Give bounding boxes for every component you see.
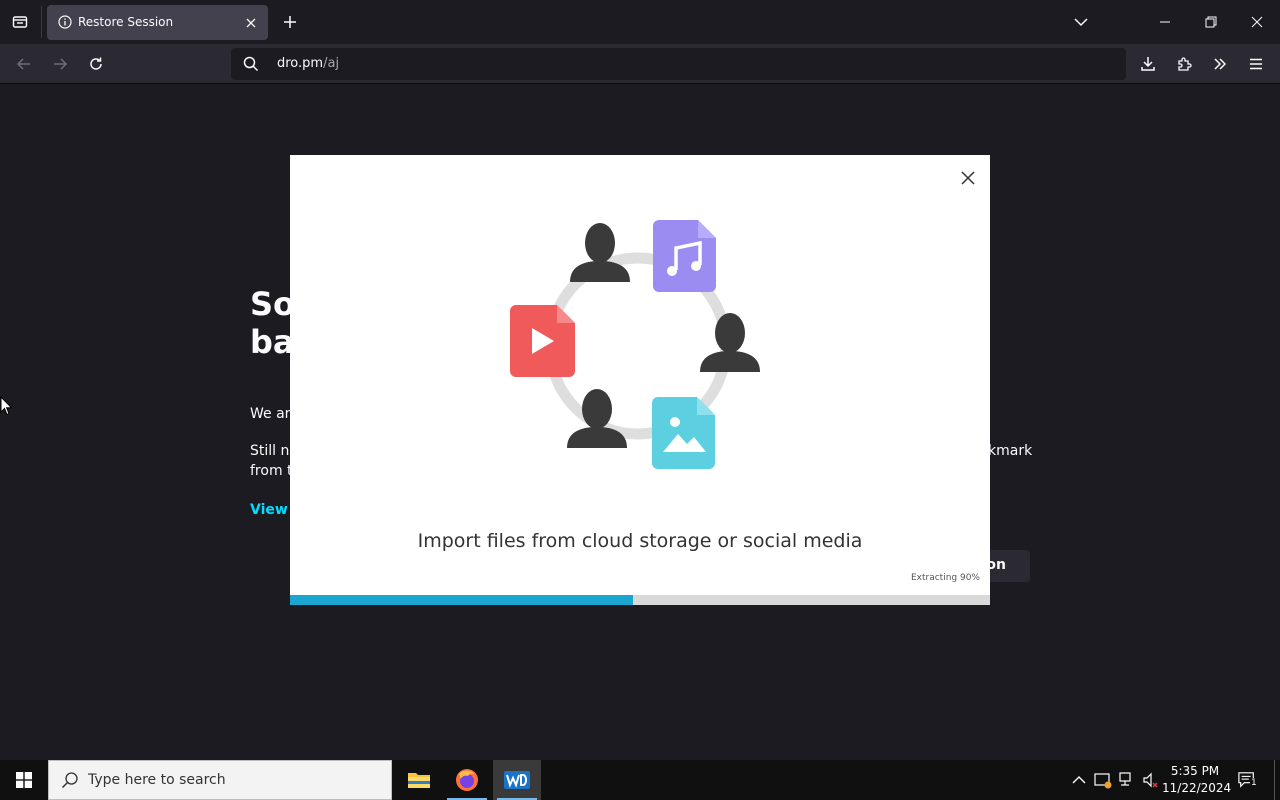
new-tab-button[interactable] (280, 12, 300, 32)
windows-logo-icon (16, 772, 32, 788)
security-alert-icon (1094, 773, 1112, 789)
sharing-illustration (510, 220, 760, 469)
image-file-icon (652, 397, 715, 469)
puzzle-icon (1178, 57, 1192, 71)
close-icon (961, 171, 975, 185)
clock-date: 11/22/2024 (1162, 781, 1232, 795)
downloads-button[interactable] (1136, 52, 1160, 76)
search-icon (243, 56, 259, 72)
music-file-icon (653, 220, 716, 292)
folder-icon (408, 773, 430, 788)
more-tools-button[interactable] (1208, 52, 1232, 76)
taskbar-search-box[interactable]: Type here to search (48, 760, 392, 800)
modal-close-button[interactable] (957, 167, 979, 189)
tab-close-button[interactable] (243, 15, 259, 31)
restore-window-icon (1205, 16, 1217, 28)
close-icon (246, 18, 256, 28)
clock-time: 5:35 PM (1170, 764, 1220, 778)
wd-logo-icon (504, 771, 530, 789)
show-hidden-icons-button[interactable] (1070, 771, 1088, 789)
notifications-button[interactable]: 1 (1238, 771, 1258, 789)
notification-count: 1 (1250, 778, 1258, 788)
reload-button[interactable] (84, 52, 108, 76)
tab-restore-session[interactable]: Restore Session (47, 5, 268, 40)
minimize-icon (1160, 21, 1170, 23)
taskbar-clock[interactable]: 5:35 PM 11/22/2024 (1162, 763, 1232, 797)
start-button[interactable] (0, 760, 48, 800)
navigation-toolbar: dro.pm/aj (0, 44, 1280, 84)
close-window-button[interactable] (1234, 0, 1280, 44)
extensions-button[interactable] (1172, 52, 1196, 76)
modal-caption: Import files from cloud storage or socia… (417, 530, 863, 552)
video-file-icon (510, 305, 575, 377)
hamburger-menu-icon (1250, 58, 1262, 70)
taskbar-firefox[interactable] (443, 760, 491, 800)
taskbar-search-placeholder: Type here to search (88, 772, 226, 788)
tab-strip: Restore Session (0, 0, 1280, 44)
page-paragraph-2-end: kmark (988, 443, 1033, 459)
download-icon (1141, 57, 1155, 71)
firefox-view-icon (12, 16, 28, 28)
firefox-icon (456, 769, 478, 791)
volume-button[interactable] (1142, 771, 1160, 789)
url-text: dro.pm/aj (277, 56, 339, 71)
firefox-view-button[interactable] (8, 10, 32, 34)
person-icon-top (570, 223, 630, 282)
info-icon (58, 15, 72, 29)
restore-window-button[interactable] (1188, 0, 1234, 44)
extraction-status: Extracting 90% (910, 573, 980, 583)
plus-icon (284, 16, 296, 28)
double-chevron-right-icon (1214, 58, 1227, 70)
tray-security-icon-button[interactable] (1094, 771, 1112, 789)
progress-bar (290, 595, 990, 605)
volume-muted-icon (1143, 772, 1158, 788)
app-menu-button[interactable] (1244, 52, 1268, 76)
tab-title: Restore Session (78, 15, 174, 29)
back-button[interactable] (12, 52, 36, 76)
person-icon-right (700, 313, 760, 372)
chevron-up-icon (1072, 776, 1086, 784)
network-icon (1119, 772, 1131, 786)
forward-button[interactable] (48, 52, 72, 76)
taskbar: Type here to search 5:35 PM 11/22/2024 1 (0, 760, 1280, 800)
tab-separator (41, 6, 42, 38)
show-desktop-button[interactable] (1274, 760, 1275, 800)
screen: Restore Session dro.pm/aj So bac We are … (0, 0, 1280, 800)
window-controls (1142, 0, 1280, 44)
list-all-tabs-button[interactable] (1070, 11, 1092, 33)
reload-icon (90, 57, 102, 70)
url-host: dro.pm (277, 56, 324, 71)
url-path: /aj (323, 56, 340, 71)
import-modal: Import files from cloud storage or socia… (290, 155, 990, 605)
arrow-left-icon (16, 58, 30, 70)
taskbar-file-explorer[interactable] (395, 760, 443, 800)
minimize-button[interactable] (1142, 0, 1188, 44)
close-icon (1251, 16, 1263, 28)
arrow-right-icon (54, 58, 68, 70)
person-icon-bottom (567, 389, 627, 448)
mouse-cursor-icon (0, 396, 12, 416)
url-bar[interactable]: dro.pm/aj (231, 48, 1126, 80)
search-icon (61, 772, 78, 789)
chevron-down-icon (1074, 18, 1088, 27)
progress-bar-fill (290, 595, 633, 605)
network-button[interactable] (1118, 771, 1136, 789)
taskbar-wd-app[interactable] (493, 760, 541, 800)
